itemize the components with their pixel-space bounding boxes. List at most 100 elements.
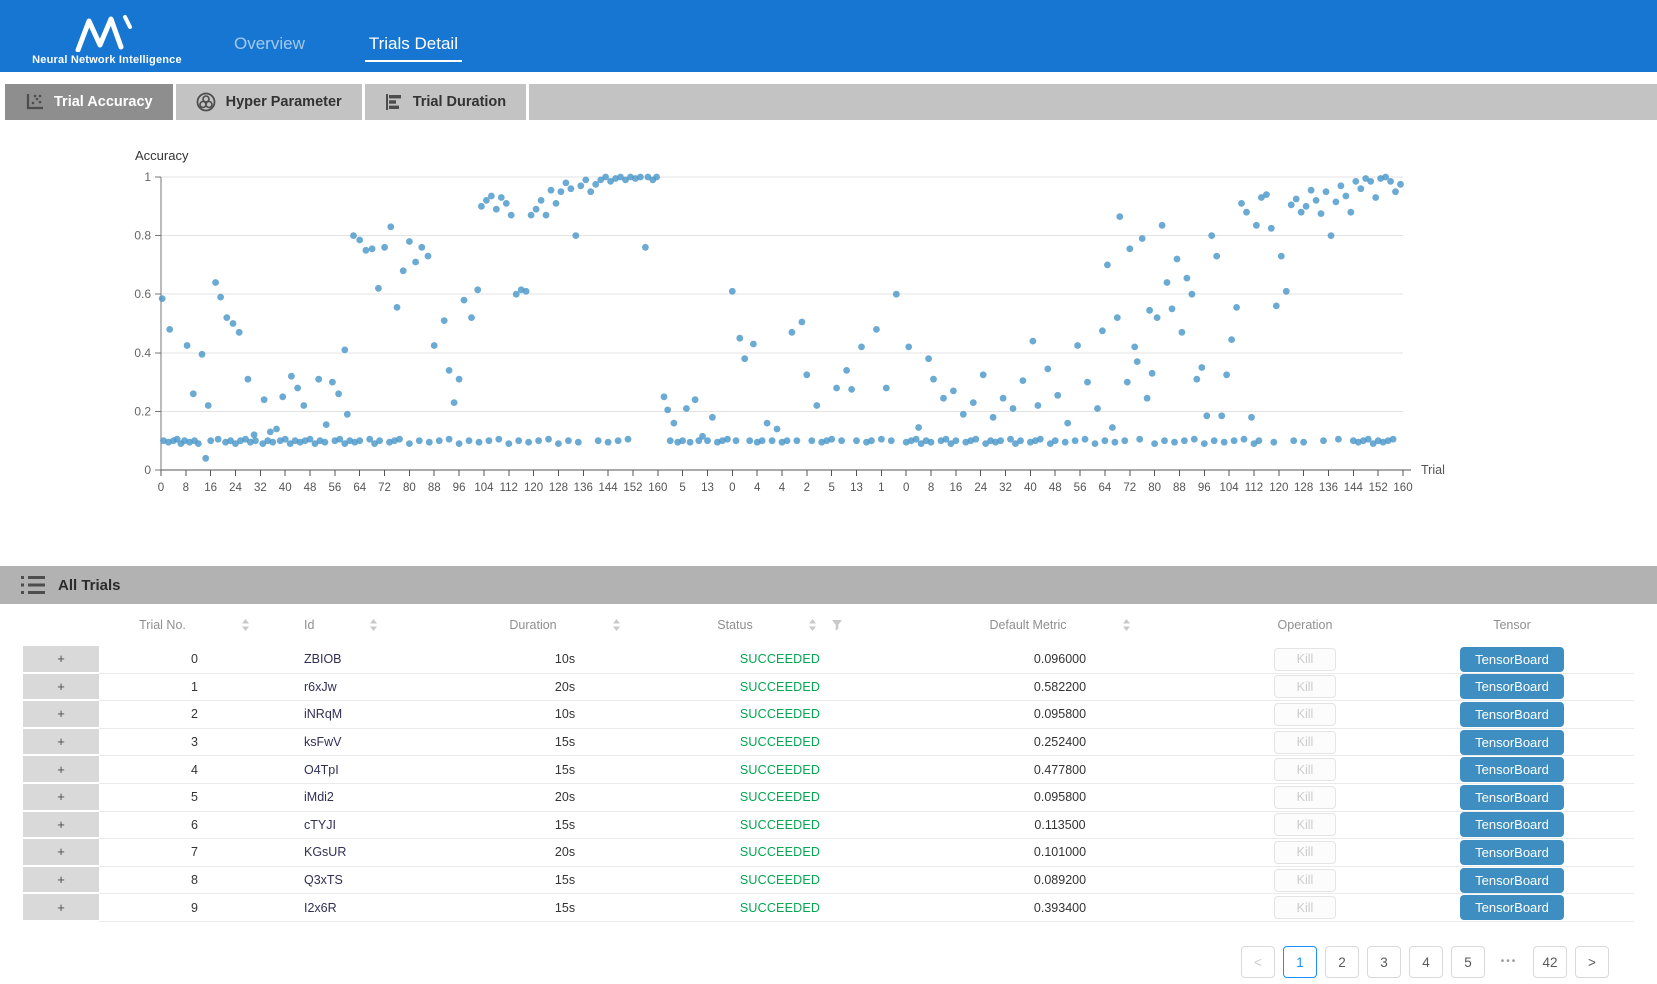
tensorboard-button[interactable]: TensorBoard [1460, 730, 1564, 755]
trial-no-cell: 1 [99, 674, 290, 702]
tensorboard-button[interactable]: TensorBoard [1460, 840, 1564, 865]
kill-button[interactable]: Kill [1274, 703, 1336, 726]
sort-icon[interactable] [241, 618, 250, 632]
filter-icon[interactable] [831, 619, 843, 631]
column-label: Tensor [1493, 618, 1531, 632]
x-tick-label: 120 [524, 482, 543, 494]
operation-cell: Kill [1220, 646, 1390, 674]
table-header: Trial No.IdDurationStatusDefault Metric O… [23, 604, 1634, 646]
kill-button[interactable]: Kill [1274, 841, 1336, 864]
kill-button[interactable]: Kill [1274, 648, 1336, 671]
tensorboard-button[interactable]: TensorBoard [1460, 895, 1564, 920]
row-expander[interactable]: + [23, 701, 99, 729]
table-row: + 7 KGsUR 20s SUCCEEDED 0.101000 Kill Te… [23, 839, 1634, 867]
page-button-4[interactable]: 4 [1409, 946, 1443, 978]
row-expander[interactable]: + [23, 867, 99, 895]
row-expander[interactable]: + [23, 674, 99, 702]
trial-no-cell: 2 [99, 701, 290, 729]
next-page-button[interactable]: > [1575, 946, 1609, 978]
tensorboard-button[interactable]: TensorBoard [1460, 757, 1564, 782]
column-header-status[interactable]: Status [660, 604, 900, 646]
operation-cell: Kill [1220, 729, 1390, 757]
kill-button[interactable]: Kill [1274, 786, 1336, 809]
page-button-5[interactable]: 5 [1451, 946, 1485, 978]
trial-no-cell: 4 [99, 756, 290, 784]
row-expander[interactable]: + [23, 784, 99, 812]
row-expander[interactable]: + [23, 839, 99, 867]
x-tick-label: 120 [1269, 482, 1288, 494]
sort-icon[interactable] [808, 618, 817, 632]
tab-overview[interactable]: Overview [230, 34, 309, 62]
sort-icon[interactable] [1122, 618, 1131, 632]
tensorboard-button[interactable]: TensorBoard [1460, 702, 1564, 727]
page-button-2[interactable]: 2 [1325, 946, 1359, 978]
column-label: Operation [1278, 618, 1333, 632]
column-header-duration[interactable]: Duration [470, 604, 660, 646]
tab-trials-detail[interactable]: Trials Detail [365, 34, 462, 62]
sort-icon[interactable] [369, 618, 378, 632]
subtab-trial-duration[interactable]: Trial Duration [365, 84, 526, 120]
tensorboard-button[interactable]: TensorBoard [1460, 812, 1564, 837]
nni-logo-icon [75, 14, 139, 52]
scatter-points[interactable] [159, 174, 1404, 462]
row-expander[interactable]: + [23, 812, 99, 840]
row-expander[interactable]: + [23, 894, 99, 922]
x-tick-label: 48 [1049, 482, 1062, 494]
tensorboard-button[interactable]: TensorBoard [1460, 647, 1564, 672]
x-tick-label: 72 [1123, 482, 1136, 494]
page-button-3[interactable]: 3 [1367, 946, 1401, 978]
x-tick-label: 4 [754, 482, 761, 494]
tensor-cell: TensorBoard [1390, 646, 1634, 674]
page-button-1[interactable]: 1 [1283, 946, 1317, 978]
default-metric-cell: 0.582200 [900, 674, 1220, 702]
row-expander[interactable]: + [23, 646, 99, 674]
kill-button[interactable]: Kill [1274, 896, 1336, 919]
sort-icon[interactable] [612, 618, 621, 632]
table-row: + 8 Q3xTS 15s SUCCEEDED 0.089200 Kill Te… [23, 867, 1634, 895]
table-row: + 2 iNRqM 10s SUCCEEDED 0.095800 Kill Te… [23, 701, 1634, 729]
prev-page-button[interactable]: < [1241, 946, 1275, 978]
x-tick-label: 1 [878, 482, 884, 494]
x-tick-label: 0 [158, 482, 164, 494]
column-header-id[interactable]: Id [290, 604, 470, 646]
subtab-trial-accuracy[interactable]: Trial Accuracy [5, 84, 173, 120]
tensor-cell: TensorBoard [1390, 812, 1634, 840]
subtab-label: Trial Accuracy [54, 94, 153, 110]
tensorboard-button[interactable]: TensorBoard [1460, 868, 1564, 893]
column-header-default-metric[interactable]: Default Metric [900, 604, 1220, 646]
duration-cell: 20s [470, 674, 660, 702]
kill-button[interactable]: Kill [1274, 869, 1336, 892]
x-tick-label: 160 [648, 482, 667, 494]
row-expander[interactable]: + [23, 729, 99, 757]
x-tick-label: 4 [779, 482, 786, 494]
page-button-42[interactable]: 42 [1533, 946, 1567, 978]
accuracy-chart[interactable]: Accuracy10.80.60.40.20081624324048566472… [0, 120, 1657, 520]
tensorboard-button[interactable]: TensorBoard [1460, 674, 1564, 699]
x-tick-label: 136 [1319, 482, 1338, 494]
status-cell: SUCCEEDED [660, 867, 900, 895]
table-row: + 0 ZBIOB 10s SUCCEEDED 0.096000 Kill Te… [23, 646, 1634, 674]
default-metric-cell: 0.089200 [900, 867, 1220, 895]
row-expander[interactable]: + [23, 756, 99, 784]
kill-button[interactable]: Kill [1274, 675, 1336, 698]
x-tick-label: 152 [1369, 482, 1388, 494]
trial-id-cell: O4TpI [290, 756, 470, 784]
subtab-hyper-parameter[interactable]: Hyper Parameter [176, 84, 362, 120]
y-tick-label: 1 [144, 170, 151, 184]
status-cell: SUCCEEDED [660, 812, 900, 840]
table-row: + 5 iMdi2 20s SUCCEEDED 0.095800 Kill Te… [23, 784, 1634, 812]
tensorboard-button[interactable]: TensorBoard [1460, 785, 1564, 810]
x-tick-label: 56 [1074, 482, 1087, 494]
operation-cell: Kill [1220, 812, 1390, 840]
kill-button[interactable]: Kill [1274, 813, 1336, 836]
kill-button[interactable]: Kill [1274, 731, 1336, 754]
column-header-trial-no-[interactable]: Trial No. [99, 604, 290, 646]
view-switcher: Trial Accuracy Hyper ParameterTrial Durat… [5, 84, 1657, 120]
y-tick-label: 0 [144, 463, 151, 477]
status-cell: SUCCEEDED [660, 756, 900, 784]
trial-id-cell: Q3xTS [290, 867, 470, 895]
kill-button[interactable]: Kill [1274, 758, 1336, 781]
x-tick-label: 152 [623, 482, 642, 494]
default-metric-cell: 0.113500 [900, 812, 1220, 840]
duration-cell: 20s [470, 784, 660, 812]
